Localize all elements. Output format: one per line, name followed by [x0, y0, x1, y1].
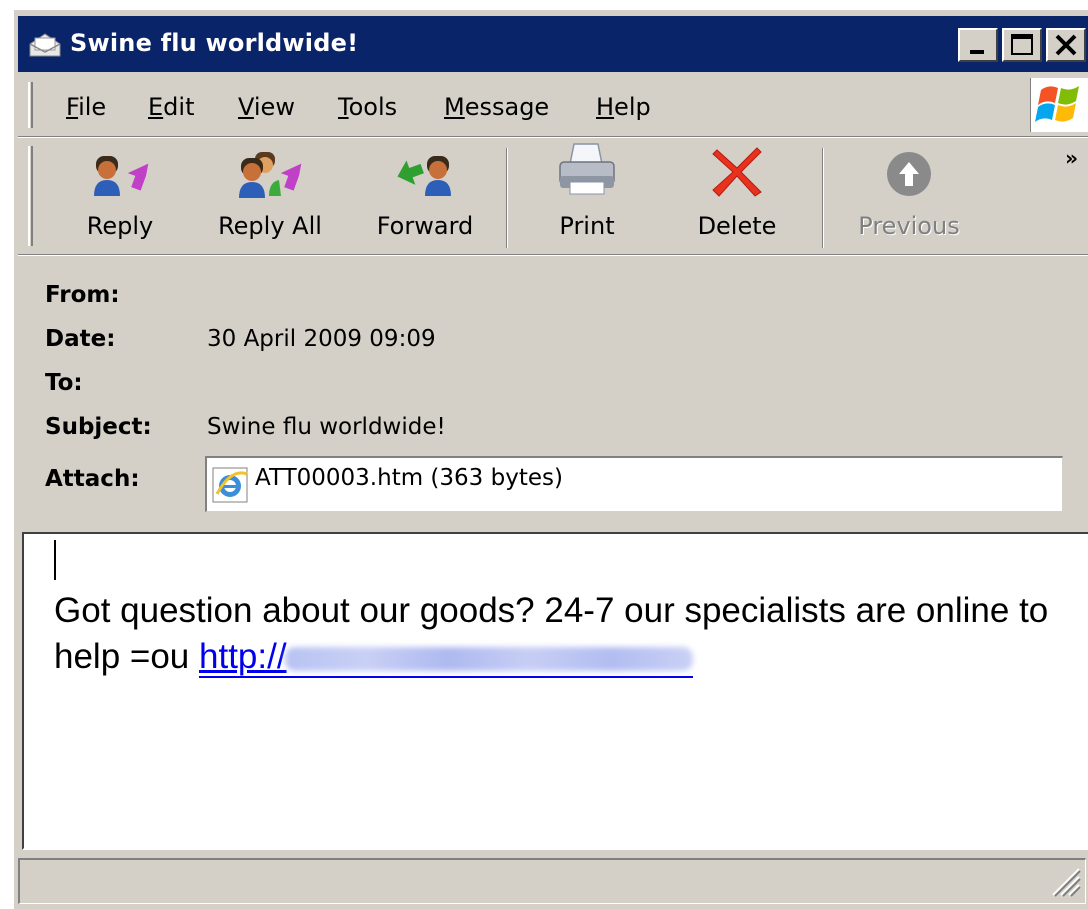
red-x-icon [712, 147, 762, 197]
maximize-button[interactable] [1002, 28, 1042, 62]
internet-explorer-icon [212, 467, 248, 503]
minimize-icon [970, 50, 984, 54]
minimize-button[interactable] [958, 28, 998, 62]
date-label: Date: [45, 326, 116, 352]
window-title: Swine flu worldwide! [70, 29, 359, 57]
toolbar-separator [822, 148, 824, 248]
menu-message[interactable]: Message [444, 93, 549, 121]
toolbar-header-divider [18, 254, 1088, 256]
attachment-field[interactable]: ATT00003.htm (363 bytes) [205, 456, 1063, 512]
subject-value: Swine flu worldwide! [207, 414, 446, 440]
subject-label: Subject: [45, 414, 152, 440]
toolbar-separator [506, 148, 508, 248]
message-link[interactable]: http:// [199, 637, 693, 678]
resize-grip-icon[interactable] [1047, 863, 1081, 897]
reply-button[interactable]: Reply [62, 138, 178, 256]
printer-icon [559, 143, 615, 195]
menu-grip[interactable] [28, 82, 33, 128]
status-bar [18, 858, 1086, 904]
title-bar[interactable]: Swine flu worldwide! [18, 16, 1088, 72]
menu-view[interactable]: View [238, 93, 295, 121]
date-value: 30 April 2009 09:09 [207, 326, 436, 352]
text-caret [54, 540, 56, 580]
maximize-icon [1011, 34, 1033, 55]
windows-logo [1030, 78, 1088, 132]
forward-icon [397, 156, 451, 196]
from-label: From: [45, 282, 120, 308]
menu-tools[interactable]: Tools [338, 93, 397, 121]
message-body[interactable]: Got question about our goods? 24-7 our s… [22, 532, 1088, 850]
attach-label: Attach: [45, 466, 140, 492]
up-arrow-circle-icon [887, 152, 931, 196]
print-button[interactable]: Print [528, 138, 646, 256]
to-label: To: [45, 370, 83, 396]
message-text: Got question about our goods? 24-7 our s… [54, 588, 1064, 680]
menu-bar: File Edit View Tools Message Help [18, 74, 1088, 136]
reply-all-label: Reply All [218, 212, 322, 240]
forward-label: Forward [376, 212, 474, 240]
close-button[interactable] [1046, 28, 1086, 62]
reply-label: Reply [86, 212, 154, 240]
close-icon [1055, 34, 1077, 56]
reply-all-button[interactable]: Reply All [204, 138, 336, 256]
message-headers: From: Date: 30 April 2009 09:09 To: Subj… [14, 260, 1088, 532]
menu-help[interactable]: Help [596, 93, 651, 121]
print-label: Print [559, 212, 615, 240]
menu-file[interactable]: File [66, 93, 106, 121]
redacted-url [284, 646, 693, 671]
windows-flag-icon [1035, 86, 1079, 122]
open-envelope-icon [29, 33, 61, 57]
mail-window: Swine flu worldwide! File Edit View Tool… [12, 8, 1088, 909]
previous-label: Previous [858, 212, 960, 240]
attachment-name[interactable]: ATT00003.htm (363 bytes) [255, 465, 563, 491]
delete-label: Delete [697, 212, 777, 240]
reply-all-icon [239, 152, 302, 198]
delete-button[interactable]: Delete [678, 138, 796, 256]
toolbar-grip[interactable] [28, 146, 33, 246]
reply-icon [94, 156, 149, 196]
menu-edit[interactable]: Edit [148, 93, 194, 121]
toolbar-overflow-chevron[interactable]: » [1065, 146, 1078, 170]
forward-button[interactable]: Forward [360, 138, 490, 256]
toolbar: Reply Reply All Forward Print Delete Pre… [18, 138, 1088, 256]
previous-button[interactable]: Previous [844, 138, 974, 256]
